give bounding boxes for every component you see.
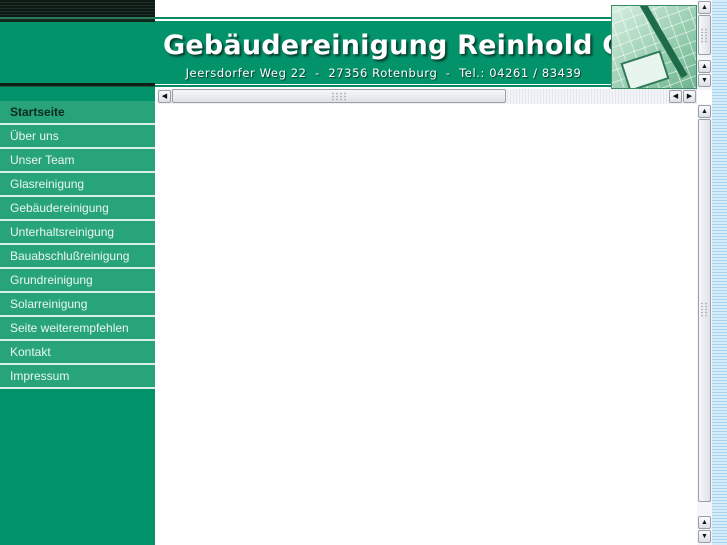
sidebar-nav: Startseite Über uns Unser Team Glasreini… bbox=[0, 101, 155, 389]
scroll-down-button[interactable]: ▼ bbox=[698, 74, 711, 87]
header-banner: Gebäudereinigung Reinhold GmbH Jeersdorf… bbox=[155, 21, 696, 84]
scroll-up-button[interactable]: ▲ bbox=[698, 105, 711, 118]
mop-head bbox=[620, 50, 670, 88]
nav-item-solarreinigung[interactable]: Solarreinigung bbox=[0, 293, 155, 317]
hscroll-thumb[interactable] bbox=[172, 89, 506, 103]
scroll-grip bbox=[331, 92, 347, 101]
nav-item-unser-team[interactable]: Unser Team bbox=[0, 149, 155, 173]
nav-item-startseite[interactable]: Startseite bbox=[0, 101, 155, 125]
company-title: Gebäudereinigung Reinhold GmbH bbox=[163, 30, 696, 61]
nav-item-seite-weiterempfehlen[interactable]: Seite weiterempfehlen bbox=[0, 317, 155, 341]
left-header-stripes bbox=[0, 0, 155, 18]
nav-item-kontakt[interactable]: Kontakt bbox=[0, 341, 155, 365]
content-vertical-scrollbar[interactable]: ▲ ▲ ▼ bbox=[697, 104, 712, 545]
vscroll-thumb[interactable] bbox=[698, 119, 711, 502]
banner-top-line bbox=[155, 17, 612, 19]
scroll-left-button[interactable]: ◀ bbox=[158, 90, 171, 103]
scroll-down-button[interactable]: ▼ bbox=[698, 530, 711, 543]
nav-item-impressum[interactable]: Impressum bbox=[0, 365, 155, 389]
banner-bottom-line bbox=[155, 85, 612, 87]
nav-item-bauabschlussreinigung[interactable]: Bauabschlußreinigung bbox=[0, 245, 155, 269]
nav-item-unterhaltsreinigung[interactable]: Unterhaltsreinigung bbox=[0, 221, 155, 245]
scroll-up-button-2[interactable]: ▲ bbox=[698, 516, 711, 529]
scroll-thumb[interactable] bbox=[698, 15, 711, 55]
sidebar-divider bbox=[0, 83, 155, 87]
nav-item-grundreinigung[interactable]: Grundreinigung bbox=[0, 269, 155, 293]
nav-item-glasreinigung[interactable]: Glasreinigung bbox=[0, 173, 155, 197]
main-content bbox=[157, 105, 697, 545]
scroll-grip bbox=[700, 302, 709, 318]
scroll-up-button[interactable]: ▲ bbox=[698, 1, 711, 14]
nav-item-ueber-uns[interactable]: Über uns bbox=[0, 125, 155, 149]
scroll-grip bbox=[700, 28, 709, 44]
horizontal-scrollbar[interactable]: ◀ ◀ ▶ bbox=[157, 89, 697, 104]
company-address: Jeersdorfer Weg 22 - 27356 Rotenburg - T… bbox=[185, 66, 582, 80]
scroll-right-button[interactable]: ▶ bbox=[683, 90, 696, 103]
header-frame-scrollbar[interactable]: ▲ ▲ ▼ bbox=[697, 0, 712, 90]
cleaning-mop-photo bbox=[611, 5, 697, 89]
scroll-left-button-2[interactable]: ◀ bbox=[669, 90, 682, 103]
scroll-up-button-2[interactable]: ▲ bbox=[698, 60, 711, 73]
window-edge-stripes bbox=[712, 0, 727, 545]
nav-item-gebaeudereinigung[interactable]: Gebäudereinigung bbox=[0, 197, 155, 221]
